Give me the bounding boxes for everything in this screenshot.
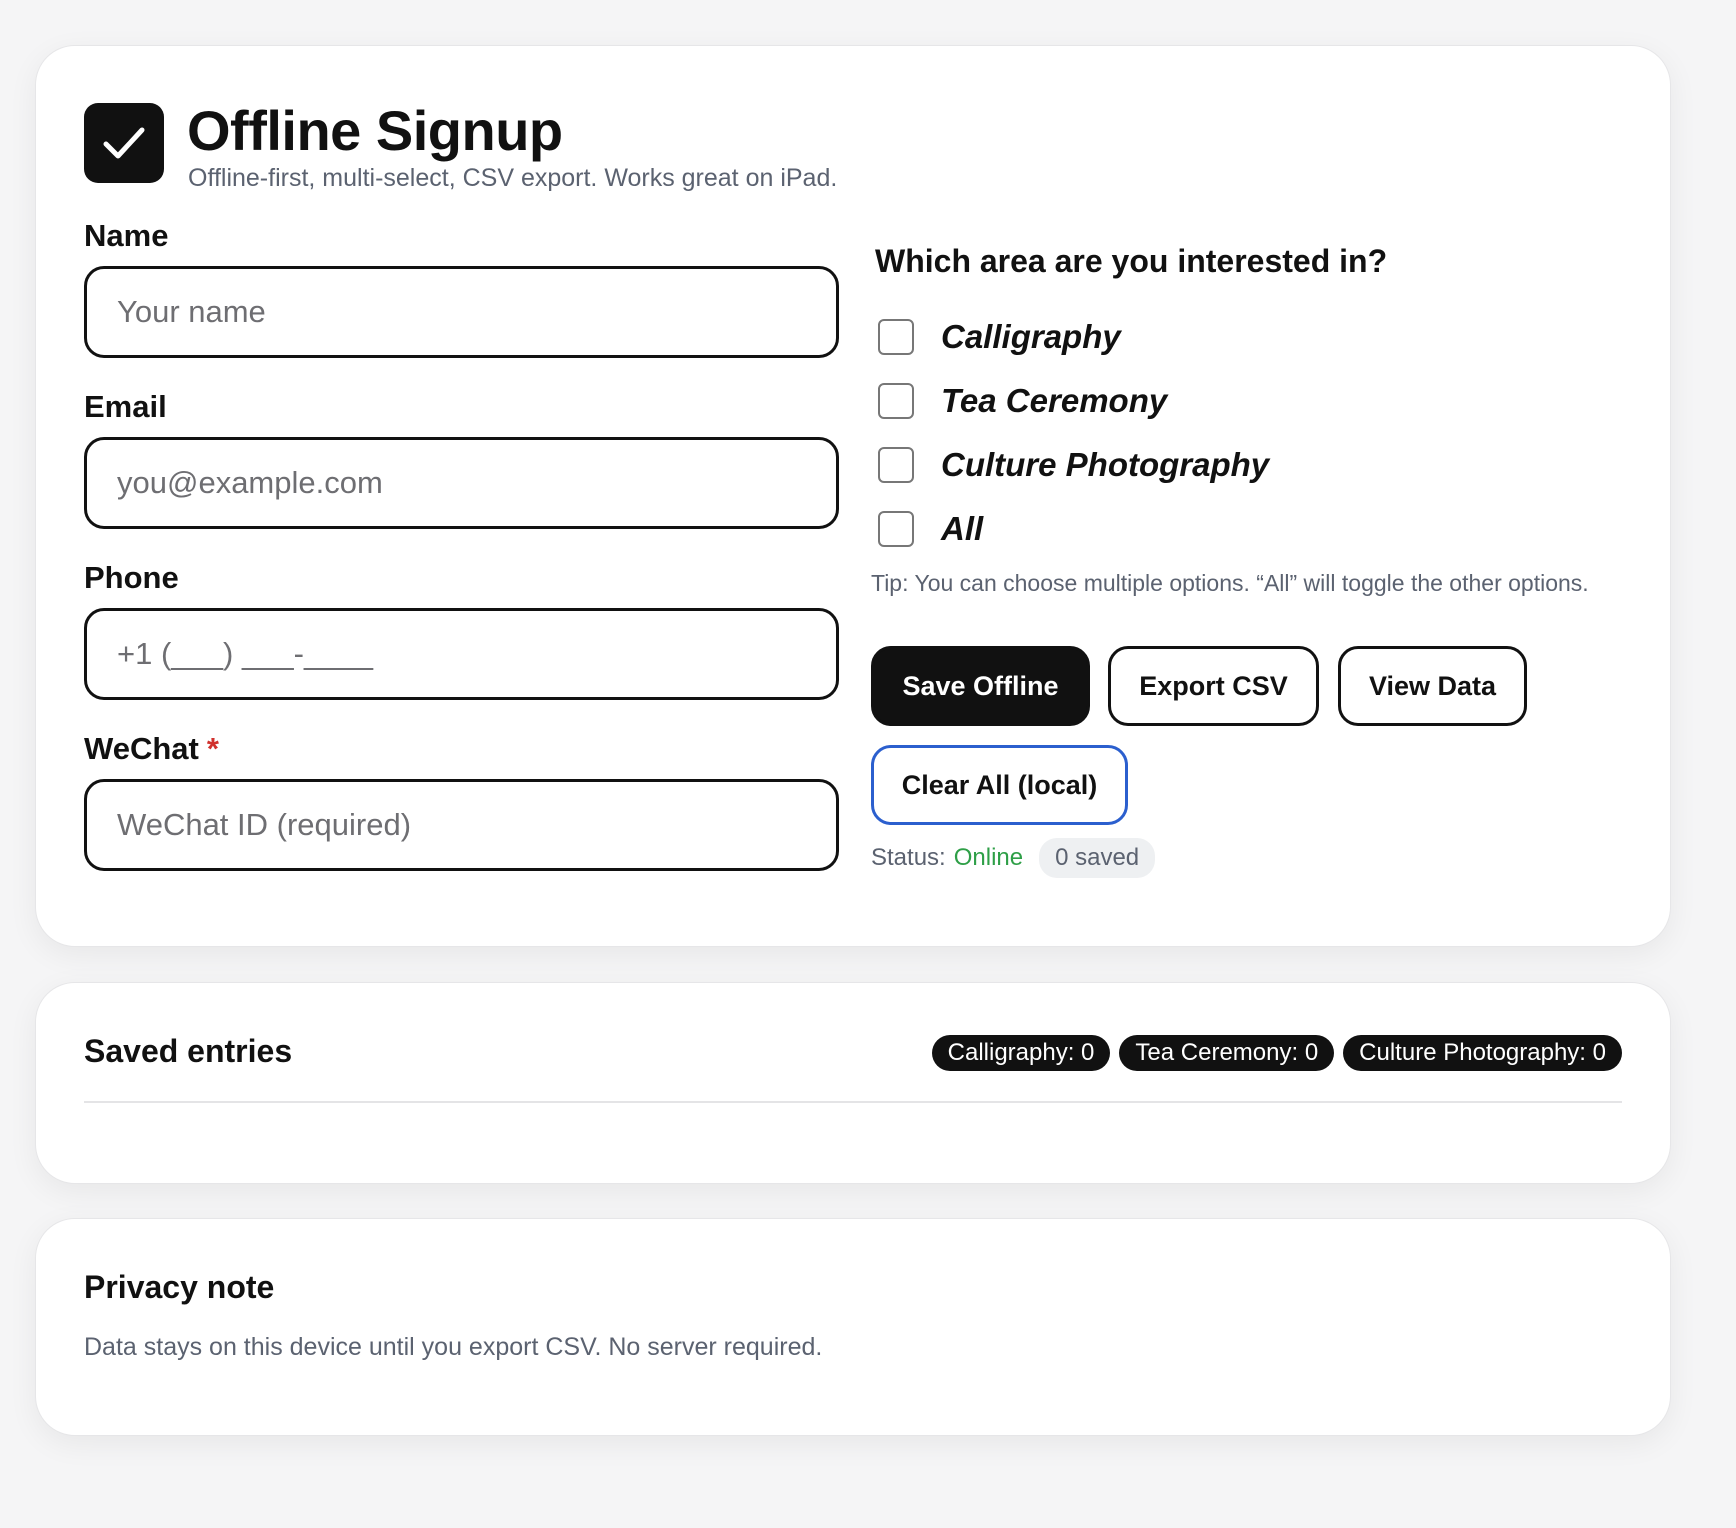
checkmark-icon — [84, 103, 164, 183]
name-input[interactable] — [84, 266, 839, 358]
privacy-text: Data stays on this device until you expo… — [84, 1333, 823, 1361]
status-value: Online — [953, 844, 1024, 871]
option-label: All — [941, 510, 984, 547]
wechat-input[interactable] — [84, 779, 839, 871]
wechat-label-text: WeChat — [84, 731, 199, 766]
option-label: Calligraphy — [941, 318, 1121, 355]
clear-all-button[interactable]: Clear All (local) — [871, 745, 1128, 825]
checkbox[interactable] — [878, 319, 914, 355]
option-label: Tea Ceremony — [941, 382, 1168, 419]
privacy-title: Privacy note — [84, 1269, 275, 1305]
email-label: Email — [84, 389, 167, 424]
interest-counts: Calligraphy: 0 Tea Ceremony: 0 Culture P… — [931, 1035, 1622, 1071]
interest-question: Which area are you interested in? — [875, 243, 1388, 279]
view-data-button[interactable]: View Data — [1338, 646, 1527, 726]
save-offline-button[interactable]: Save Offline — [871, 646, 1090, 726]
checkbox[interactable] — [878, 511, 914, 547]
email-input[interactable] — [84, 437, 839, 529]
count-badge-calligraphy: Calligraphy: 0 — [931, 1035, 1111, 1071]
option-culture-photography[interactable]: Culture Photography — [878, 445, 1269, 485]
page-subtitle: Offline-first, multi-select, CSV export.… — [188, 164, 838, 192]
option-label: Culture Photography — [941, 446, 1270, 483]
signup-form-card: Offline Signup Offline-first, multi-sele… — [35, 45, 1671, 947]
count-badge-tea-ceremony: Tea Ceremony: 0 — [1119, 1035, 1335, 1071]
saved-entries-card: Saved entries Calligraphy: 0 Tea Ceremon… — [35, 982, 1671, 1184]
status-label: Status: — [871, 844, 946, 871]
count-badge-culture-photography: Culture Photography: 0 — [1343, 1035, 1622, 1071]
saved-count-badge: 0 saved — [1039, 838, 1156, 878]
page-title: Offline Signup — [187, 99, 563, 162]
checkbox[interactable] — [878, 383, 914, 419]
phone-input[interactable] — [84, 608, 839, 700]
privacy-card: Privacy note Data stays on this device u… — [35, 1218, 1671, 1436]
export-csv-button[interactable]: Export CSV — [1108, 646, 1319, 726]
wechat-label: WeChat * — [84, 731, 219, 767]
name-label: Name — [84, 218, 169, 253]
checkbox[interactable] — [878, 447, 914, 483]
required-mark: * — [206, 731, 219, 766]
option-calligraphy[interactable]: Calligraphy — [878, 317, 1121, 357]
status-line: Status: Online 0 saved — [871, 838, 1156, 878]
divider — [84, 1101, 1622, 1103]
phone-label: Phone — [84, 560, 179, 595]
option-all[interactable]: All — [878, 509, 983, 549]
tip-text: Tip: You can choose multiple options. “A… — [871, 570, 1589, 596]
saved-entries-title: Saved entries — [84, 1033, 293, 1069]
option-tea-ceremony[interactable]: Tea Ceremony — [878, 381, 1167, 421]
